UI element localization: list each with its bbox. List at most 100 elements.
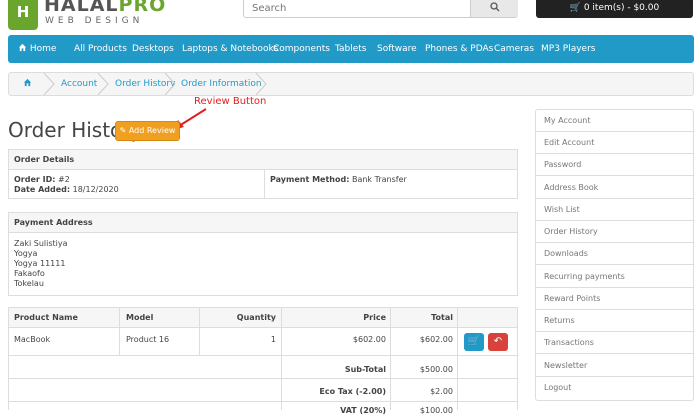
sidebar-item-logout[interactable]: Logout	[536, 377, 693, 399]
breadcrumb: Account Order History Order Information	[8, 72, 694, 96]
sidebar-item-password[interactable]: Password	[536, 154, 693, 176]
order-details-header: Order Details	[9, 150, 517, 170]
sidebar-item-recurring-payments[interactable]: Recurring payments	[536, 266, 693, 288]
product-model: Product 16	[126, 335, 170, 344]
search-input[interactable]	[244, 0, 470, 17]
col-price: Price	[363, 313, 386, 322]
breadcrumb-account[interactable]: Account	[61, 73, 97, 95]
sidebar-item-reward-points[interactable]: Reward Points	[536, 288, 693, 310]
breadcrumb-home[interactable]	[23, 73, 32, 95]
logo-mark: H	[8, 0, 38, 30]
payment-address-table: Payment Address Zaki Sulistiya Yogya Yog…	[8, 212, 518, 296]
payment-method: Payment Method: Bank Transfer	[270, 175, 407, 185]
divider	[9, 355, 517, 356]
eco-tax-value: $2.00	[430, 387, 453, 396]
home-icon	[23, 78, 32, 87]
product-quantity: 1	[270, 335, 276, 344]
return-button[interactable]: ↶	[488, 333, 508, 351]
order-id-value: #2	[58, 175, 70, 184]
payment-method-value: Bank Transfer	[351, 175, 407, 184]
address-line: Yogya	[14, 249, 38, 258]
nav-home-label: Home	[29, 44, 57, 54]
breadcrumb-separator-icon	[43, 73, 55, 95]
col-model: Model	[126, 313, 154, 322]
address-line: Yogya 11111	[14, 259, 66, 268]
address-line: Tokelau	[14, 279, 44, 288]
divider	[281, 308, 282, 410]
nav-phones[interactable]: Phones & PDAs	[425, 35, 493, 63]
products-table: Product Name Model Quantity Price Total …	[8, 307, 518, 415]
logo-name: HALALPRO	[44, 0, 166, 15]
nav-components[interactable]: Components	[273, 35, 330, 63]
breadcrumb-separator-icon	[164, 73, 176, 95]
date-added-label: Date Added:	[14, 185, 71, 194]
order-id: Order ID: #2	[14, 175, 70, 185]
nav-mp3-players[interactable]: MP3 Players	[541, 35, 595, 63]
sidebar-item-newsletter[interactable]: Newsletter	[536, 355, 693, 377]
edit-icon: ✎	[119, 126, 127, 135]
payment-address-header: Payment Address	[9, 213, 517, 233]
product-total: $602.00	[419, 335, 453, 344]
home-icon	[18, 43, 27, 52]
divider	[199, 308, 200, 355]
col-total: Total	[431, 313, 453, 322]
col-quantity: Quantity	[236, 313, 276, 322]
divider	[264, 170, 265, 198]
payment-method-label: Payment Method:	[270, 175, 350, 184]
divider	[119, 308, 120, 355]
payment-address-title: Payment Address	[14, 218, 93, 227]
sidebar-item-downloads[interactable]: Downloads	[536, 243, 693, 265]
logo-subtitle: WEB DESIGN	[45, 16, 144, 26]
logo-name-a: HALAL	[44, 0, 119, 16]
main-nav: Home All Products Desktops Laptops & Not…	[8, 35, 694, 63]
nav-tablets[interactable]: Tablets	[335, 35, 367, 63]
order-details-title: Order Details	[14, 155, 75, 164]
sidebar-item-order-history[interactable]: Order History	[536, 221, 693, 243]
vat-value: $100.00	[419, 406, 453, 415]
sidebar-item-address-book[interactable]: Address Book	[536, 177, 693, 199]
nav-laptops[interactable]: Laptops & Notebooks	[182, 35, 278, 63]
add-review-button[interactable]: ✎ Add Review	[115, 121, 180, 141]
order-details-table: Order Details Order ID: #2 Date Added: 1…	[8, 149, 518, 199]
breadcrumb-separator-icon	[97, 73, 109, 95]
order-id-label: Order ID:	[14, 175, 56, 184]
nav-home[interactable]: Home	[18, 35, 56, 63]
sidebar-item-my-account[interactable]: My Account	[536, 110, 693, 132]
breadcrumb-separator-icon	[255, 73, 267, 95]
logo[interactable]: H HALALPRO WEB DESIGN	[8, 0, 168, 34]
sidebar-item-edit-account[interactable]: Edit Account	[536, 132, 693, 154]
sidebar-item-transactions[interactable]: Transactions	[536, 332, 693, 354]
search-box	[243, 0, 518, 18]
search-button[interactable]	[470, 0, 518, 17]
account-sidebar: My Account Edit Account Password Address…	[535, 109, 694, 401]
eco-tax-label: Eco Tax (-2.00)	[319, 387, 386, 396]
divider	[457, 308, 458, 410]
divider	[9, 378, 517, 379]
products-header-row: Product Name Model Quantity Price Total	[9, 308, 517, 328]
subtotal-value: $500.00	[419, 365, 453, 374]
reply-icon: ↶	[493, 336, 503, 347]
breadcrumb-order-information[interactable]: Order Information	[181, 73, 262, 95]
nav-desktops[interactable]: Desktops	[132, 35, 174, 63]
cart-icon: 🛒	[467, 336, 481, 347]
subtotal-label: Sub-Total	[344, 365, 386, 374]
col-product-name: Product Name	[14, 313, 78, 322]
cart-button[interactable]: 🛒 0 item(s) - $0.00	[536, 0, 693, 18]
reorder-button[interactable]: 🛒	[464, 333, 484, 351]
product-name: MacBook	[14, 335, 51, 344]
date-added: Date Added: 18/12/2020	[14, 185, 119, 195]
address-line: Zaki Sulistiya	[14, 239, 68, 248]
product-price: $602.00	[352, 335, 386, 344]
search-icon	[489, 2, 499, 12]
sidebar-item-returns[interactable]: Returns	[536, 310, 693, 332]
divider	[9, 401, 517, 402]
address-line: Fakaofo	[14, 269, 45, 278]
date-added-value: 18/12/2020	[72, 185, 119, 194]
logo-name-b: PRO	[118, 0, 167, 16]
vat-label: VAT (20%)	[340, 406, 386, 415]
sidebar-item-wish-list[interactable]: Wish List	[536, 199, 693, 221]
top-bar: H HALALPRO WEB DESIGN 🛒 0 item(s) - $0.0…	[0, 0, 700, 34]
nav-cameras[interactable]: Cameras	[494, 35, 534, 63]
nav-all-products[interactable]: All Products	[74, 35, 127, 63]
nav-software[interactable]: Software	[377, 35, 417, 63]
